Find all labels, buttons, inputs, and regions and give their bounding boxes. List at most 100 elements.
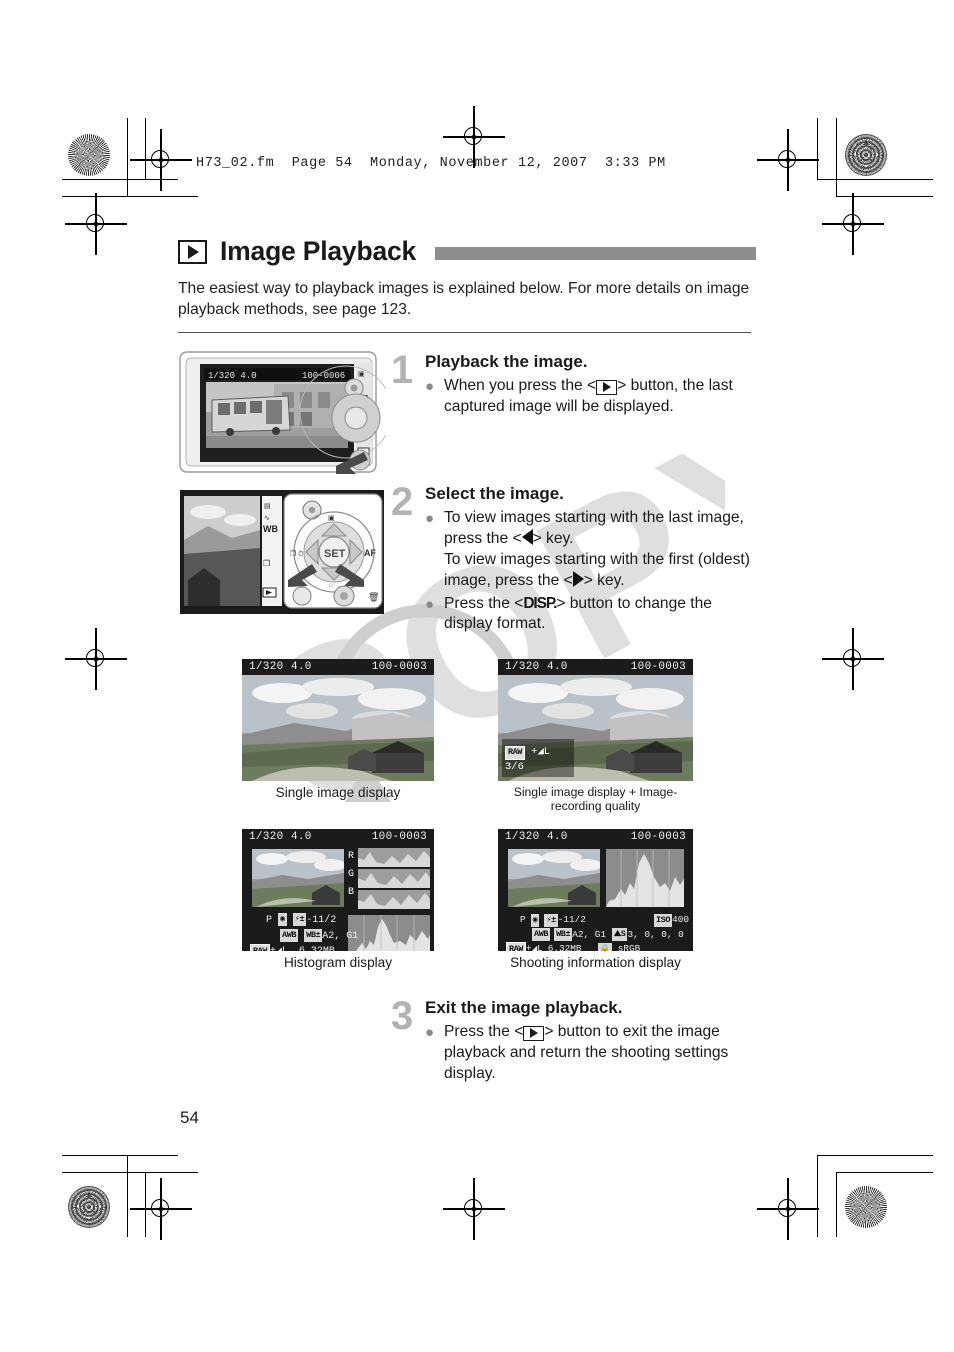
svg-text:AF: AF [364, 548, 376, 558]
lcd-topbar: 1/320 4.0 100-0003 [242, 829, 434, 845]
file-number: 100-0003 [630, 661, 686, 673]
bullet-dot: ● [425, 595, 435, 613]
step-bullet: ● When you press the < > button, the last… [425, 376, 757, 418]
crop-line [62, 1155, 178, 1157]
white-balance-value: AWB [280, 928, 299, 942]
registration-mark [443, 106, 505, 168]
playback-button-icon [523, 1025, 545, 1041]
crop-line [62, 1172, 198, 1174]
left-arrow-key-icon [521, 528, 533, 545]
iso-icon: ISO [654, 913, 673, 927]
playback-button-icon [596, 379, 618, 395]
svg-text:❐: ❐ [263, 559, 270, 568]
quality-line: RAW +◢L [505, 745, 551, 760]
crop-line [836, 196, 933, 198]
bullet-text-mid: > key. [532, 529, 574, 547]
crop-line [817, 1155, 819, 1237]
step-1: 1 Playback the image. ● When you press t… [391, 348, 757, 420]
step-number: 2 [391, 480, 414, 524]
step-2: 2 Select the image. ● To view images sta… [391, 480, 757, 637]
luminance-histogram [348, 915, 430, 951]
svg-text:🗑: 🗑 [368, 592, 379, 602]
flash-exp-comp-icon: ⚡± [544, 913, 558, 927]
info-line-1: P ◉ ⚡± -11/2 ISO 400 [506, 913, 689, 928]
file-number: 100-0003 [371, 661, 427, 673]
horizontal-rule [178, 331, 751, 334]
svg-text:❐: ❐ [290, 550, 296, 558]
rgb-histograms [358, 848, 430, 909]
wb-shift-value: A2, G1 [572, 928, 606, 940]
evaluative-metering-icon: ◉ [278, 913, 287, 927]
frame-count: 3/6 [505, 760, 524, 773]
step-heading: Exit the image playback. [425, 998, 623, 1017]
svg-text:⁙: ⁙ [328, 583, 334, 590]
bullet-text-pre: When you press the < [444, 377, 597, 394]
bullet-text-pre: To view images starting with the last im… [444, 509, 744, 547]
svg-text:⏱: ⏱ [298, 550, 304, 558]
page-title: Image Playback [220, 236, 417, 266]
sample-caption: Shooting information display [510, 955, 681, 970]
bullet-text: Press the <DISP.> button to change the d… [444, 594, 757, 636]
picture-style-icon: ⛰S [611, 928, 628, 942]
sample-photo [242, 675, 434, 781]
registration-mark [757, 129, 819, 191]
bullet-dot: ● [425, 510, 435, 527]
lcd-screen: 1/320 4.0 100-0003 RAW +◢L 3/6 [498, 659, 693, 781]
shooting-info-block: P ◉ ⚡± -11/2 ISO 400 AWB WB± A2, G1 ⛰S 3, 0,… [506, 913, 689, 951]
bullet-text: When you press the < > button, the last c… [444, 376, 757, 418]
quality-size: L [543, 746, 551, 759]
sample-caption: Single image display [275, 785, 401, 800]
info-line-2: AWB WB± A2, G1 [250, 928, 358, 945]
info-line-2: AWB WB± A2, G1 ⛰S 3, 0, 0, 0 [506, 928, 689, 943]
registration-mark [130, 129, 192, 191]
title-decoration-bar [435, 246, 756, 260]
shooting-mode: P [520, 914, 526, 925]
info-line-1: P ◉ ⚡± -11/2 [250, 913, 358, 929]
bullet-dot: ● [425, 378, 435, 395]
lock-icon: 🔒 [597, 943, 612, 951]
shutter-speed: 1/320 [249, 661, 284, 673]
svg-text:∿: ∿ [264, 515, 270, 522]
step-number: 3 [391, 994, 414, 1038]
page-content: Image Playback The easiest way to playba… [178, 236, 756, 334]
camera-illustration-playback: 1/320 4.0 100-0006 ▣ A WB ⊡ [178, 348, 393, 480]
shutter-speed: 1/320 [505, 661, 540, 673]
shutter-speed: 1/320 [505, 831, 540, 843]
sample-shooting-information-display: 1/320 4.0 100-0003 P ◉ ⚡± -11/2 ISO 400 … [498, 829, 693, 970]
aperture: 4.0 [547, 661, 568, 673]
crop-line [817, 118, 819, 179]
bullet-dot: ● [425, 1024, 435, 1041]
color-space: sRGB [617, 943, 641, 951]
shutter-speed: 1/320 [249, 831, 284, 843]
registration-mark [65, 193, 127, 255]
registration-mark [757, 1178, 819, 1240]
bullet-text: To view images starting with the last im… [444, 508, 757, 592]
bullet-text-post: > key. [583, 571, 625, 589]
step-3: 3 Exit the image playback. ● Press the <… [391, 994, 757, 1087]
info-line-3: RAW+◢L 6.32MB [250, 944, 358, 951]
crop-line [836, 118, 838, 196]
crop-line [817, 179, 933, 181]
section-intro: The easiest way to playback images is ex… [178, 280, 750, 319]
print-rosette [68, 1186, 110, 1228]
file-size: 6.32MB [299, 946, 335, 951]
svg-text:1/320 4.0: 1/320 4.0 [208, 371, 257, 381]
thumbnail-photo [508, 849, 600, 907]
step-number: 1 [391, 348, 414, 392]
lcd-topbar: 1/320 4.0 100-0003 [498, 659, 693, 675]
lcd-topbar: 1/320 4.0 100-0003 [498, 829, 693, 845]
print-rosette [845, 134, 887, 176]
playback-icon [178, 239, 207, 264]
camera-illustration-cross-keys: ▤ ∿ WB ❐ SET ▣ ⁙ ❐ ⏱ AF 🗑 [178, 488, 386, 616]
sample-single-image-quality: 1/320 4.0 100-0003 RAW +◢L 3/6 Single im… [498, 659, 693, 813]
crop-line [836, 1172, 838, 1237]
aperture: 4.0 [291, 831, 312, 843]
flash-exp-comp-value: -11/2 [306, 915, 337, 926]
raw-tag: RAW [250, 944, 270, 951]
wb-shift-icon: WB± [554, 928, 573, 942]
bullet-text: Press the < > button to exit the image pl… [444, 1022, 757, 1085]
raw-tag: RAW [506, 942, 526, 951]
print-rosette [68, 134, 110, 176]
section-title-row: Image Playback [178, 236, 756, 267]
registration-mark [443, 1178, 505, 1240]
